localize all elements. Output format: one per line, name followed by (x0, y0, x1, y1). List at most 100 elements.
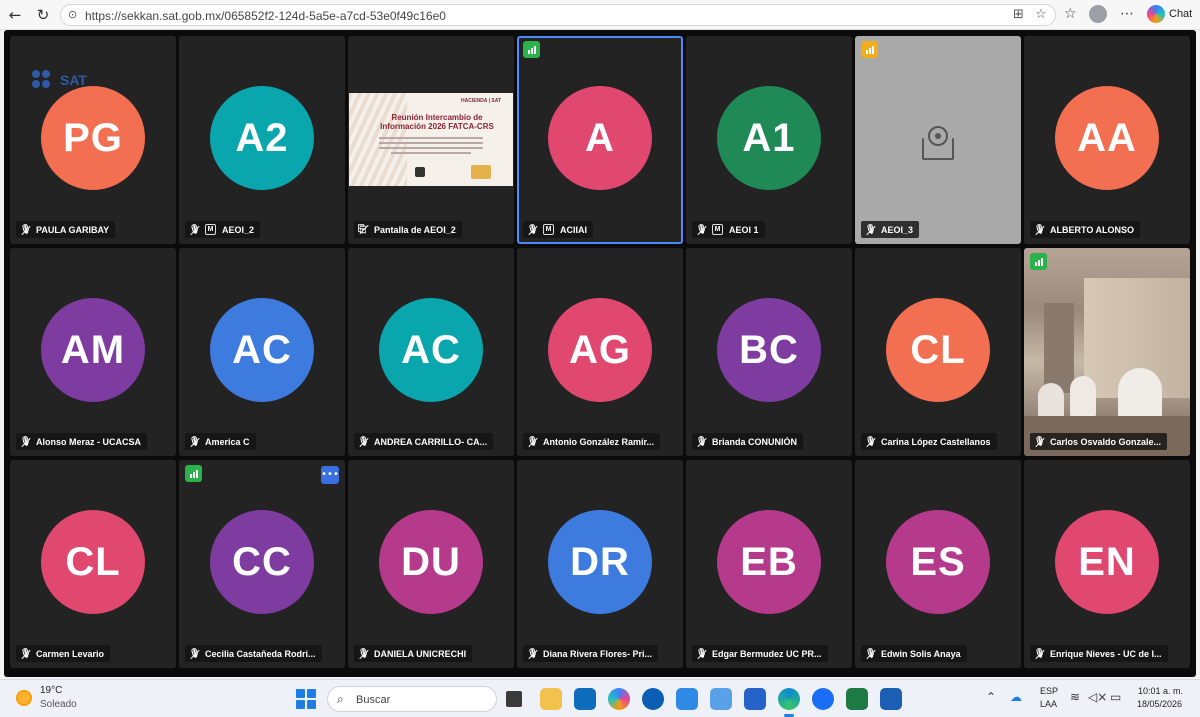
participant-tile[interactable]: A 🎙 M ACIIAI (517, 36, 683, 244)
cloud-app-icon[interactable] (710, 688, 732, 710)
mic-muted-icon: 🎙 (865, 224, 877, 235)
azure-icon[interactable] (676, 688, 698, 710)
clock-time[interactable]: 10:01 a. m. (1138, 686, 1183, 696)
participant-name: Enrique Nieves - UC de I... (1050, 648, 1162, 659)
reload-icon[interactable]: ↻ (34, 6, 52, 24)
name-tag: 🎙 AEOI_3 (861, 221, 920, 238)
dell-icon[interactable] (642, 688, 664, 710)
participant-tile[interactable]: CL 🎙 Carina López Castellanos (855, 248, 1021, 456)
slide-logos: HACIENDA | SAT (460, 98, 501, 104)
browser-toolbar: ← ↻ ⊙ https://sekkan.sat.gob.mx/065852f2… (0, 0, 1200, 30)
outlook-new-icon[interactable] (880, 688, 902, 710)
participant-name: Carina López Castellanos (881, 436, 991, 447)
shared-screen[interactable]: HACIENDA | SAT Reunión Intercambio de Inf… (349, 93, 513, 186)
taskbar-search[interactable]: ⌕ Buscar (327, 686, 497, 712)
sun-icon[interactable] (16, 690, 32, 706)
participant-tile[interactable]: PG SAT 🎙 PAULA GARIBAY (10, 36, 176, 244)
meeting-gallery: PG SAT 🎙 PAULA GARIBAY A2 🎙 M AEOI_2 HACIENDA | … (4, 30, 1196, 677)
participant-name: Carmen Levario (36, 648, 105, 659)
participant-video (1024, 248, 1190, 456)
mic-muted-icon: 🎙 (527, 224, 539, 235)
mic-muted-icon: 🎙 (20, 648, 32, 659)
participant-tile[interactable]: 🎙 Carlos Osvaldo Gonzale... (1024, 248, 1190, 456)
more-options-icon[interactable]: ••• (321, 466, 339, 484)
participant-name: ANDREA CARRILLO- CA... (374, 436, 488, 447)
participant-tile[interactable]: EB 🎙 Edgar Bermudez UC PR... (686, 460, 852, 668)
store-icon[interactable] (744, 688, 766, 710)
battery-icon[interactable]: ▭ (1110, 690, 1121, 704)
excel-icon[interactable] (846, 688, 868, 710)
avatar: AC (379, 298, 483, 402)
chat-label[interactable]: Chat (1169, 8, 1192, 20)
participant-tile[interactable]: A2 🎙 M AEOI_2 (179, 36, 345, 244)
mic-muted-icon: 🎙 (20, 436, 32, 447)
mic-muted-icon: 🎙 (189, 648, 201, 659)
address-bar[interactable]: ⊙ https://sekkan.sat.gob.mx/065852f2-124… (60, 4, 1056, 26)
name-tag: 🎙 ANDREA CARRILLO- CA... (354, 433, 494, 450)
participant-tile[interactable]: ES 🎙 Edwin Solis Anaya (855, 460, 1021, 668)
name-tag: 🎙 Antonio González Ramír... (523, 433, 661, 450)
signal-icon (523, 41, 540, 58)
task-view-icon[interactable] (506, 691, 522, 707)
participant-name: Diana Rivera Flores- Pri... (543, 648, 653, 659)
edge-icon[interactable] (778, 688, 800, 717)
search-placeholder: Buscar (356, 694, 391, 706)
participant-tile[interactable]: AG 🎙 Antonio González Ramír... (517, 248, 683, 456)
search-icon: ⌕ (337, 692, 344, 706)
participant-tile[interactable]: EN 🎙 Enrique Nieves - UC de I... (1024, 460, 1190, 668)
participant-tile[interactable]: AM 🎙 Alonso Meraz - UCACSA (10, 248, 176, 456)
camera-off-icon (918, 126, 958, 162)
participant-name: AEOI_2 (222, 224, 255, 235)
cloud-sync-icon[interactable]: ☁ (1010, 690, 1022, 704)
favorites-icon[interactable]: ☆ (1064, 6, 1077, 22)
wifi-icon[interactable]: ≋ (1070, 690, 1080, 704)
participant-name: Cecilia Castañeda Rodri... (205, 648, 316, 659)
participant-tile[interactable]: 🎙 AEOI_3 (855, 36, 1021, 244)
m-badge-icon: M (205, 224, 216, 235)
language-code[interactable]: ESP (1040, 686, 1058, 696)
signal-icon (861, 41, 878, 58)
name-tag: 🎙 Brianda CONUNIÓN (692, 433, 804, 450)
avatar: CL (886, 298, 990, 402)
copilot-app-icon[interactable] (608, 688, 630, 710)
mic-muted-icon: 🎙 (696, 648, 708, 659)
participant-tile[interactable]: CL 🎙 Carmen Levario (10, 460, 176, 668)
site-info-icon[interactable]: ⊙ (68, 8, 77, 21)
signal-icon (1030, 253, 1047, 270)
volume-muted-icon[interactable]: ◁× (1088, 690, 1107, 704)
slide-title: Reunión Intercambio de Información 2026 … (380, 113, 494, 131)
keyboard-layout[interactable]: LAA (1040, 699, 1057, 709)
avatar: DU (379, 510, 483, 614)
participant-tile[interactable]: A1 🎙 M AEOI 1 (686, 36, 852, 244)
back-icon[interactable]: ← (6, 6, 24, 24)
participant-tile[interactable]: DU 🎙 DANIELA UNICRECHI (348, 460, 514, 668)
file-explorer-icon[interactable] (540, 688, 562, 710)
participant-grid: PG SAT 🎙 PAULA GARIBAY A2 🎙 M AEOI_2 HACIENDA | … (10, 36, 1190, 668)
participant-tile[interactable]: AC 🎙 ANDREA CARRILLO- CA... (348, 248, 514, 456)
windows-start-icon[interactable] (296, 689, 316, 709)
weather-condition[interactable]: Soleado (40, 699, 77, 710)
mic-muted-icon: 🎙 (865, 648, 877, 659)
app-available-icon[interactable]: ⊞ (1013, 7, 1024, 22)
more-menu-icon[interactable]: ⋯ (1120, 6, 1134, 22)
chevron-up-icon[interactable]: ⌃ (986, 690, 996, 704)
participant-name: AEOI 1 (729, 224, 759, 235)
avatar: CC (210, 510, 314, 614)
copilot-icon[interactable] (1147, 5, 1165, 23)
participant-tile[interactable]: BC 🎙 Brianda CONUNIÓN (686, 248, 852, 456)
profile-avatar[interactable] (1089, 5, 1107, 23)
favorite-star-icon[interactable]: ☆ (1035, 7, 1047, 22)
participant-tile[interactable]: CC ••• 🎙 Cecilia Castañeda Rodri... (179, 460, 345, 668)
participant-name: Pantalla de AEOI_2 (374, 224, 456, 235)
mic-muted-icon: 🎙 (1034, 224, 1046, 235)
zoom-app-icon[interactable] (812, 688, 834, 710)
participant-tile[interactable]: AA 🎙 ALBERTO ALONSO (1024, 36, 1190, 244)
avatar: ES (886, 510, 990, 614)
participant-tile[interactable]: DR 🎙 Diana Rivera Flores- Pri... (517, 460, 683, 668)
clock-date[interactable]: 18/05/2026 (1137, 699, 1182, 709)
participant-tile[interactable]: AC 🎙 America C (179, 248, 345, 456)
participant-tile[interactable]: HACIENDA | SAT Reunión Intercambio de Inf… (348, 36, 514, 244)
participant-name: PAULA GARIBAY (36, 224, 110, 235)
outlook-icon[interactable] (574, 688, 596, 710)
temperature[interactable]: 19°C (40, 685, 62, 696)
